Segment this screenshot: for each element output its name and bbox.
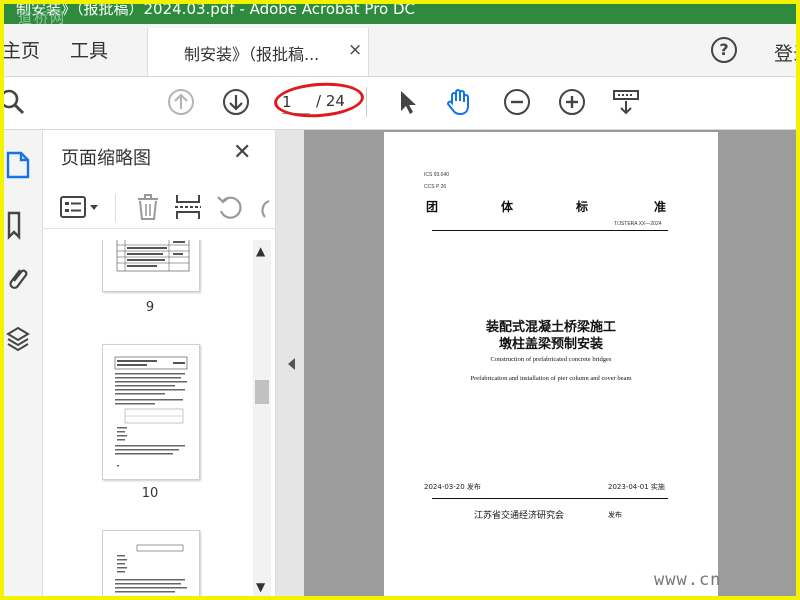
header-rule — [432, 230, 668, 231]
standard-char-3: 标 — [576, 200, 589, 214]
collapse-pane-icon[interactable] — [288, 358, 295, 370]
zoom-in-icon[interactable] — [557, 87, 587, 117]
document-view: ICS 93.040 CCS P 26 团 体 标 准 T/JSTERA XX—… — [276, 130, 796, 596]
tab-document-label: 制安装》（报批稿... — [184, 45, 320, 64]
standard-code: T/JSTERA XX—2024 — [614, 221, 662, 227]
pane-splitter[interactable] — [276, 130, 304, 596]
delete-page-icon[interactable] — [133, 192, 163, 222]
attachments-icon[interactable] — [6, 264, 32, 294]
document-title-line-2: 墩柱盖梁预制安装 — [498, 337, 603, 352]
effective-date: 2023-04-01 实施 — [608, 483, 665, 491]
standard-char-4: 准 — [654, 200, 667, 214]
app-window: 制安装》（报批稿）2024.03.pdf - Adobe Acrobat Pro… — [0, 0, 800, 600]
tab-home[interactable]: 主页 — [4, 36, 40, 63]
previous-page-icon[interactable] — [166, 87, 196, 117]
hand-tool-icon[interactable] — [444, 87, 474, 117]
rotate-clockwise-icon[interactable] — [255, 192, 275, 222]
english-title-line-1: Construction of prefabricated concrete b… — [490, 356, 612, 363]
scroll-up-icon[interactable]: ▲ — [256, 244, 265, 258]
thumbnail-label-10: 10 — [141, 486, 159, 501]
english-title-line-2: Prefabrication and installation of pier … — [470, 375, 632, 382]
page-thumbnails-icon[interactable] — [6, 150, 32, 180]
thumbnail-toolbar — [43, 186, 275, 229]
toolbar-divider — [366, 87, 367, 117]
tab-bar: 主页 工具 制安装》（报批稿... × ? 登录 — [4, 24, 796, 77]
thumbnails-panel: 页面缩略图 ✕ 9 10 ▲ ▼ — [43, 130, 276, 596]
thumbnail-page-9[interactable] — [102, 240, 200, 292]
scrollbar-thumb[interactable] — [255, 380, 269, 404]
sign-in-link[interactable]: 登录 — [774, 39, 796, 66]
publish-date: 2024-03-20 发布 — [424, 483, 481, 491]
thumbnail-9-content — [116, 240, 190, 272]
toolbar: 1 / 24 — [4, 77, 796, 130]
select-tool-icon[interactable] — [392, 87, 422, 117]
help-icon[interactable]: ? — [711, 37, 737, 63]
footer-rule — [432, 498, 668, 499]
title-bar: 制安装》（报批稿）2024.03.pdf - Adobe Acrobat Pro… — [4, 4, 796, 24]
thumbnail-label-9: 9 — [145, 300, 155, 315]
zoom-out-icon[interactable] — [502, 87, 532, 117]
close-panel-icon[interactable]: ✕ — [233, 140, 251, 165]
tab-tools[interactable]: 工具 — [70, 36, 108, 63]
close-tab-icon[interactable]: × — [348, 40, 362, 60]
thumbnail-page-10[interactable] — [102, 344, 200, 480]
page-navigator: 1 / 24 — [272, 79, 368, 121]
site-watermark-logo: 道桥网 — [18, 11, 66, 24]
panel-title: 页面缩略图 — [61, 148, 151, 169]
navigation-pane-strip — [4, 130, 43, 596]
next-page-icon[interactable] — [221, 87, 251, 117]
issuer-suffix: 发布 — [608, 511, 622, 519]
thumbnail-10-content — [114, 356, 188, 467]
insert-page-icon[interactable] — [173, 192, 203, 222]
thumbnail-11-content — [115, 544, 187, 593]
pdf-page: ICS 93.040 CCS P 26 团 体 标 准 T/JSTERA XX—… — [384, 132, 718, 596]
scroll-down-icon[interactable]: ▼ — [256, 580, 265, 594]
search-icon[interactable] — [0, 87, 28, 117]
issuing-organization: 江苏省交通经济研究会 — [474, 511, 565, 521]
site-watermark: www.cn — [654, 570, 722, 590]
red-annotation-ring — [272, 79, 366, 121]
standard-char-1: 团 — [426, 200, 439, 214]
scroll-mode-icon[interactable] — [611, 87, 641, 117]
panel-toolbar-divider — [115, 194, 116, 222]
standard-char-2: 体 — [501, 200, 514, 214]
window-title: 制安装》（报批稿）2024.03.pdf - Adobe Acrobat Pro… — [16, 4, 415, 18]
layers-icon[interactable] — [6, 324, 32, 354]
ccs-code: CCS P 26 — [424, 184, 447, 190]
tab-document[interactable]: 制安装》（报批稿... × — [147, 28, 369, 76]
thumbnail-list: 9 10 — [43, 240, 253, 596]
thumbnail-page-11[interactable] — [102, 530, 200, 596]
ics-code: ICS 93.040 — [424, 172, 450, 178]
thumbnail-scrollbar[interactable]: ▲ ▼ — [253, 240, 271, 596]
rotate-page-icon[interactable] — [215, 192, 245, 222]
bookmarks-icon[interactable] — [6, 210, 32, 240]
thumbnail-options-icon[interactable] — [59, 192, 105, 222]
